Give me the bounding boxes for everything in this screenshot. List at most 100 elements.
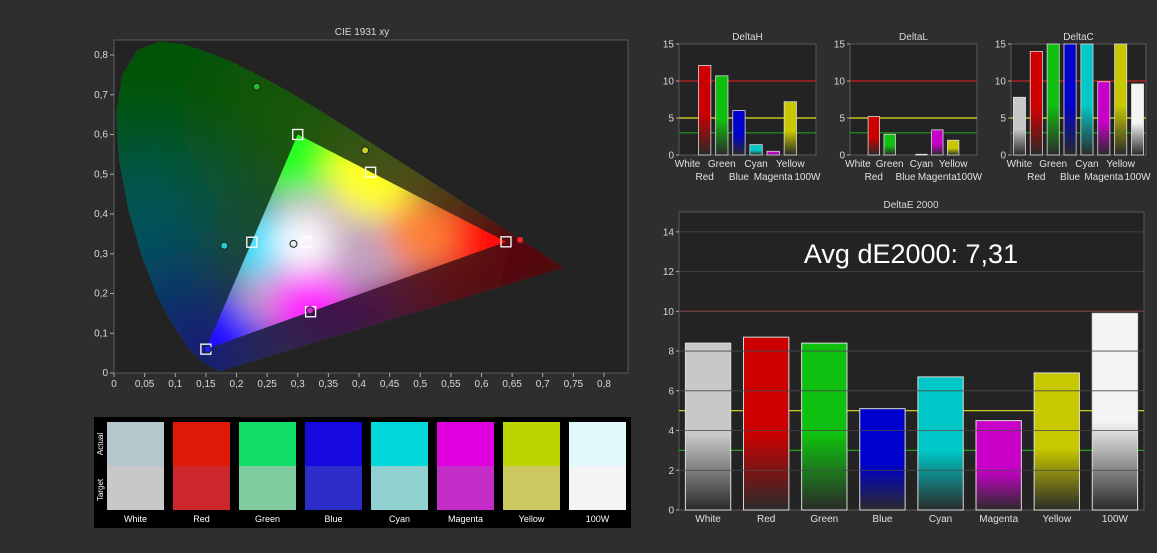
x-tick-label: 0,75	[564, 379, 584, 390]
category-label: Green	[1039, 159, 1067, 170]
category-label: Magenta	[1084, 172, 1123, 183]
bar-magenta	[975, 420, 1022, 511]
bar-yellow	[783, 101, 797, 156]
category-label: 100W	[1102, 514, 1129, 525]
swatch-target	[239, 466, 296, 510]
x-tick-label: 0,5	[413, 379, 427, 390]
category-label: White	[675, 159, 701, 170]
bar-yellow	[947, 139, 960, 156]
bar-cyan	[917, 376, 964, 511]
y-tick-label: 0,4	[94, 209, 108, 220]
report-canvas: CIE 1931 xy 0 0,05 0,1 0,15 0,2 0,25 0,3 0,35 0,…	[94, 27, 1151, 528]
bar-blue	[732, 110, 746, 156]
bar-green	[715, 75, 729, 156]
category-label: Green	[708, 159, 736, 170]
swatch-label: Magenta	[448, 514, 483, 524]
x-tick-label: 0,15	[196, 379, 216, 390]
x-tick-label: 0,6	[475, 379, 489, 390]
swatch-yellow: Yellow	[503, 422, 560, 524]
deltaC-title: DeltaC	[1063, 32, 1094, 43]
measured-point-red	[516, 235, 525, 244]
y-tick-label: 15	[663, 40, 675, 51]
category-label: Green	[876, 159, 904, 170]
category-label: Red	[1027, 172, 1045, 183]
bar-cyan	[1080, 43, 1094, 156]
swatch-actual	[107, 422, 164, 466]
bar-red	[698, 65, 712, 156]
chart-deltaC: DeltaC 0 5 10 15 White Red Green Blue Cyan Magenta…	[995, 32, 1151, 183]
swatch-label: Cyan	[389, 514, 410, 524]
swatch-label: Red	[193, 514, 210, 524]
y-tick-label: 5	[1000, 114, 1006, 125]
bar-magenta	[766, 150, 780, 156]
category-label: White	[845, 159, 871, 170]
x-tick-label: 0,05	[135, 379, 155, 390]
chart-deltaH: DeltaH 0 5 10 15 White Red Green Blue Cyan Magenta…	[663, 32, 821, 183]
category-label: White	[1007, 159, 1033, 170]
bar-white	[1012, 96, 1026, 156]
swatch-blue: Blue	[305, 422, 362, 524]
bar-yellow	[1114, 43, 1128, 156]
swatch-label: 100W	[586, 514, 610, 524]
chart-deltaL: DeltaL051015WhiteRedGreenBlueCyanMagenta…	[834, 32, 983, 183]
measured-point-green	[252, 82, 261, 91]
x-tick-label: 0,8	[597, 379, 611, 390]
swatch-target	[503, 466, 560, 510]
measured-point-blue	[203, 345, 212, 354]
swatch-label: Blue	[324, 514, 342, 524]
bar-blue	[859, 408, 906, 511]
measured-point-cyan	[220, 241, 229, 250]
category-label: Blue	[1060, 172, 1080, 183]
y-tick-label: 5	[668, 114, 674, 125]
cie-chart: CIE 1931 xy 0 0,05 0,1 0,15 0,2 0,25 0,3 0,35 0,…	[94, 27, 629, 390]
category-label: Blue	[872, 514, 892, 525]
y-tick-label: 15	[834, 40, 846, 51]
swatch-white: White	[107, 422, 164, 524]
y-tick-label: 0,3	[94, 249, 108, 260]
y-tick-label: 2	[668, 466, 674, 477]
category-label: 100W	[956, 172, 983, 183]
swatch-target	[371, 466, 428, 510]
measured-point-yellow	[361, 146, 370, 155]
deltae-chart: DeltaE 2000 0 2 4 6 8 10 12 14 White Red Green Blue…	[663, 200, 1145, 525]
y-tick-label: 10	[663, 307, 675, 318]
swatch-label: Yellow	[519, 514, 545, 524]
bar-red	[867, 116, 880, 156]
y-tick-label: 8	[668, 347, 674, 358]
swatch-green: Green	[239, 422, 296, 524]
swatch-actual	[437, 422, 494, 466]
y-tick-label: 14	[663, 227, 675, 238]
category-label: Magenta	[918, 172, 957, 183]
x-tick-label: 0,45	[380, 379, 400, 390]
category-label: Cyan	[929, 514, 952, 525]
delta-small-charts: DeltaH 0 5 10 15 White Red Green Blue Cyan Magenta…	[663, 32, 1151, 183]
category-label: Yellow	[1043, 514, 1072, 525]
y-tick-label: 0,6	[94, 130, 108, 141]
swatch-red: Red	[173, 422, 230, 524]
category-label: Yellow	[776, 159, 805, 170]
bar-100w	[1091, 312, 1139, 511]
category-label: 100W	[1125, 172, 1152, 183]
y-tick-label: 12	[663, 267, 675, 278]
swatch-actual	[305, 422, 362, 466]
y-tick-label: 0,7	[94, 90, 108, 101]
y-tick-label: 0,8	[94, 50, 108, 61]
y-tick-label: 0	[668, 506, 674, 517]
bar-yellow	[1033, 372, 1080, 511]
x-tick-label: 0,3	[291, 379, 305, 390]
y-tick-label: 6	[668, 386, 674, 397]
category-label: 100W	[794, 172, 821, 183]
y-tick-label: 5	[839, 114, 845, 125]
swatch-label: White	[124, 514, 147, 524]
bar-red	[1029, 51, 1043, 156]
y-tick-label: 0	[668, 151, 674, 162]
category-label: Cyan	[910, 159, 933, 170]
y-tick-label: 0	[102, 368, 108, 379]
swatch-actual	[371, 422, 428, 466]
swatch-target	[569, 466, 626, 510]
y-tick-label: 0,1	[94, 328, 108, 339]
swatch-actual	[503, 422, 560, 466]
category-label: Magenta	[754, 172, 793, 183]
swatch-target	[107, 466, 164, 510]
category-label: Cyan	[744, 159, 767, 170]
